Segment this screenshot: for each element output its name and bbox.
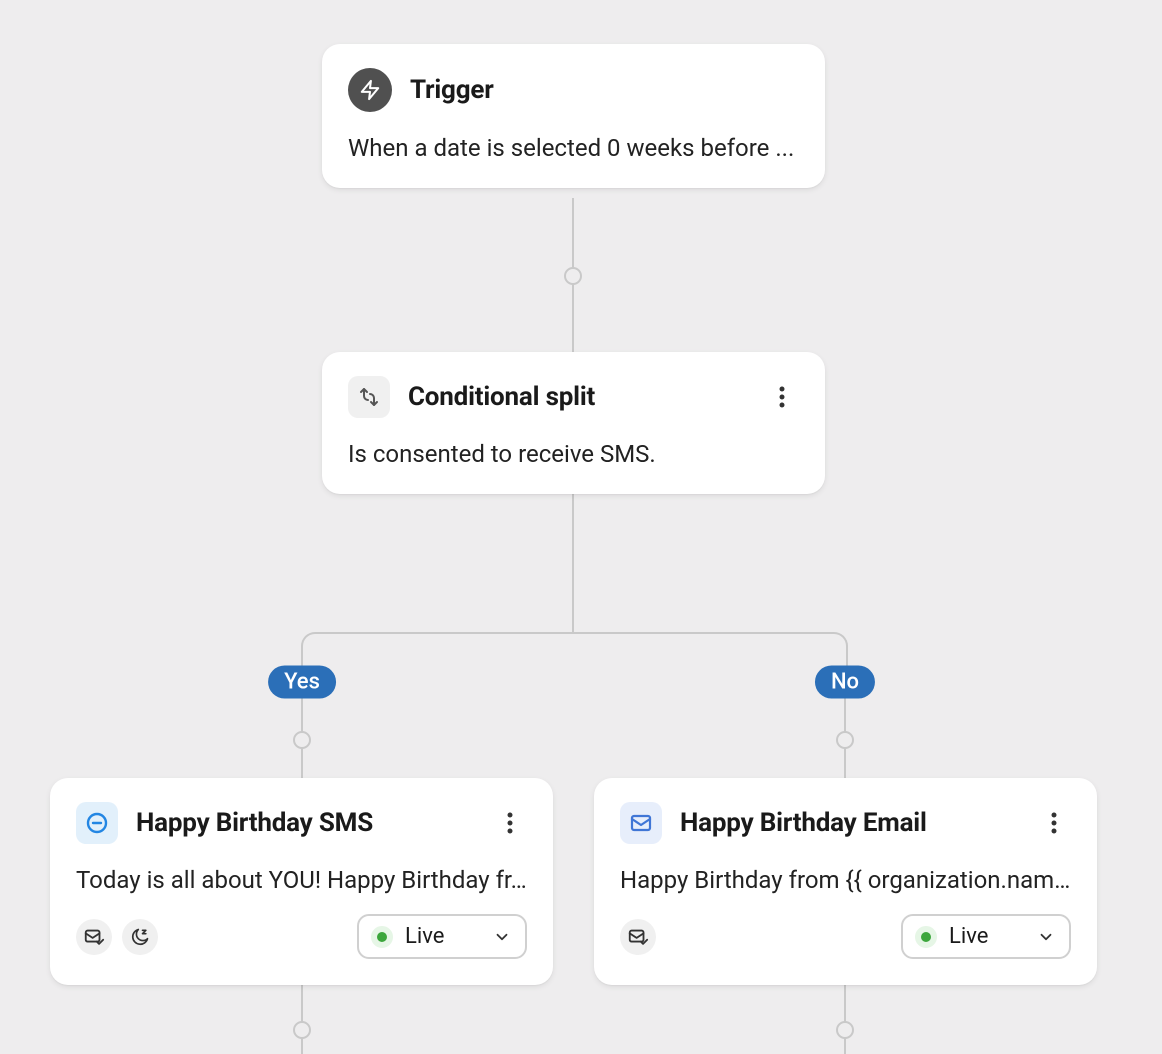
- mail-check-icon: [620, 919, 656, 955]
- status-dropdown[interactable]: Live: [901, 914, 1071, 959]
- split-icon: [348, 376, 390, 418]
- card-description: Happy Birthday from {{ organization.nam.…: [620, 866, 1071, 894]
- more-button[interactable]: [493, 806, 527, 840]
- status-live-icon: [371, 926, 393, 948]
- card-title: Happy Birthday Email: [680, 808, 927, 838]
- branch-connector: [301, 632, 848, 684]
- branch-label-no: No: [815, 666, 875, 699]
- moon-sleep-icon: [122, 919, 158, 955]
- more-vertical-icon: [507, 811, 513, 835]
- message-sms-card[interactable]: Happy Birthday SMS Today is all about YO…: [50, 778, 553, 985]
- chevron-down-icon: [1037, 928, 1055, 946]
- card-title: Happy Birthday SMS: [136, 808, 373, 838]
- status-label: Live: [405, 924, 444, 949]
- card-title: Trigger: [410, 75, 494, 105]
- connector-node: [564, 267, 582, 285]
- flow-canvas[interactable]: Yes No Trigger When a date is selected 0…: [0, 0, 1162, 1054]
- email-icon: [620, 802, 662, 844]
- status-live-icon: [915, 926, 937, 948]
- status-label: Live: [949, 924, 988, 949]
- chevron-down-icon: [493, 928, 511, 946]
- mail-check-icon: [76, 919, 112, 955]
- card-title: Conditional split: [408, 382, 595, 412]
- card-description: Today is all about YOU! Happy Birthday f…: [76, 866, 527, 894]
- connector-node: [293, 1021, 311, 1039]
- more-button[interactable]: [1037, 806, 1071, 840]
- conditional-split-card[interactable]: Conditional split Is consented to receiv…: [322, 352, 825, 494]
- more-vertical-icon: [779, 385, 785, 409]
- message-email-card[interactable]: Happy Birthday Email Happy Birthday from…: [594, 778, 1097, 985]
- connector-node: [293, 731, 311, 749]
- connector-line: [301, 974, 303, 1054]
- connector-node: [836, 1021, 854, 1039]
- status-dropdown[interactable]: Live: [357, 914, 527, 959]
- trigger-card[interactable]: Trigger When a date is selected 0 weeks …: [322, 44, 825, 188]
- connector-node: [836, 731, 854, 749]
- branch-label-yes: Yes: [268, 666, 336, 699]
- sms-icon: [76, 802, 118, 844]
- connector-line: [844, 974, 846, 1054]
- more-vertical-icon: [1051, 811, 1057, 835]
- more-button[interactable]: [765, 380, 799, 414]
- card-description: When a date is selected 0 weeks before .…: [348, 134, 799, 162]
- lightning-icon: [348, 68, 392, 112]
- connector-line: [572, 487, 574, 632]
- card-description: Is consented to receive SMS.: [348, 440, 799, 468]
